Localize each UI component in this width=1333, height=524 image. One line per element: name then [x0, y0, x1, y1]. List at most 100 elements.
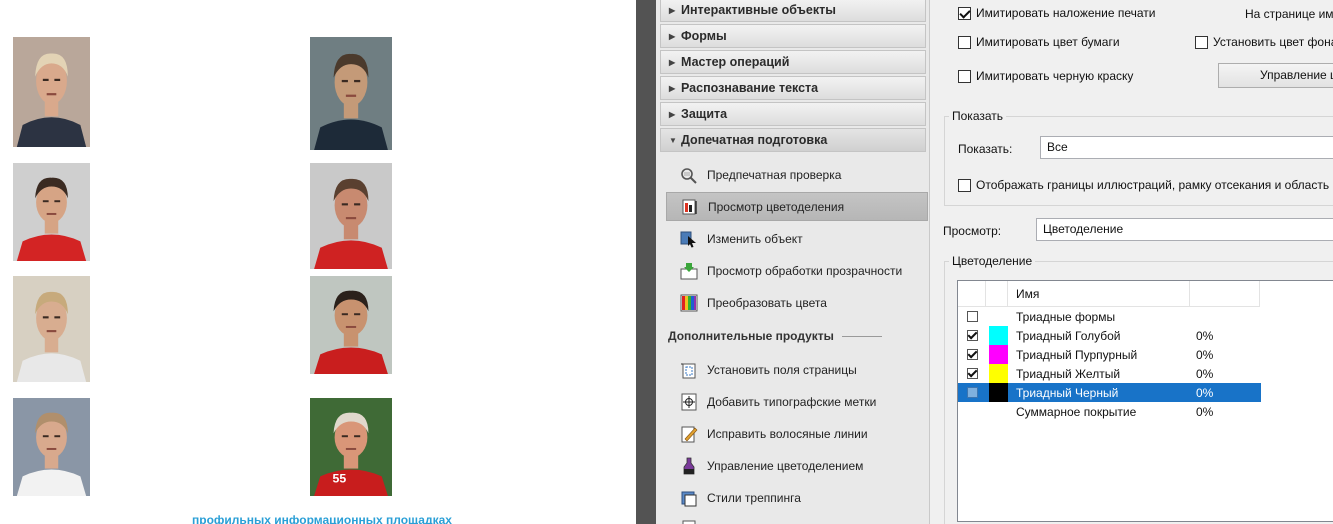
column-header-percent[interactable] [1190, 281, 1260, 307]
tool-output-preview[interactable]: Просмотр цветоделения [666, 192, 928, 221]
checkbox-box[interactable] [1195, 35, 1208, 49]
separation-percent: 0% [1196, 404, 1214, 419]
fix-hairlines-icon [680, 425, 698, 443]
show-dropdown[interactable]: Все [1040, 136, 1333, 159]
checkbox-box[interactable] [958, 178, 971, 192]
checkbox-label: Отображать границы иллюстраций, рамку от… [976, 178, 1333, 192]
tool-preflight[interactable]: Предпечатная проверка [666, 160, 928, 189]
photo-5 [13, 276, 90, 382]
ink-swatch [989, 326, 1008, 345]
tool-page-boxes[interactable]: Установить поля страницы [666, 355, 928, 384]
tool-fix-hairlines[interactable]: Исправить волосяные линии [666, 419, 928, 448]
set-page-background-checkbox[interactable]: Установить цвет фона [1195, 35, 1333, 49]
separation-checkbox[interactable] [967, 349, 978, 360]
photo-4 [310, 163, 392, 269]
section-label: Распознавание текста [681, 81, 819, 95]
tool-convert-colors[interactable]: Преобразовать цвета [666, 288, 928, 317]
photo-6 [310, 276, 392, 374]
ink-swatch [989, 364, 1008, 383]
ink-manager-icon [680, 457, 698, 475]
section-action-wizard[interactable]: ▶ Мастер операций [660, 50, 926, 74]
ink-manager-button[interactable]: Управление ц [1218, 63, 1333, 88]
separation-name: Триадный Желтый [1016, 366, 1121, 381]
section-protection[interactable]: ▶ Защита [660, 102, 926, 126]
photo-3 [13, 163, 90, 261]
chevron-right-icon: ▶ [669, 5, 676, 15]
flattener-preview-icon [680, 262, 698, 280]
separation-percent: 0% [1196, 366, 1214, 381]
separation-percent: 0% [1196, 328, 1214, 343]
tool-edit-object[interactable]: Изменить объект [666, 224, 928, 253]
checkbox-box[interactable] [958, 6, 971, 20]
separation-row[interactable]: Триадный Пурпурный 0% [958, 345, 1261, 364]
chevron-down-icon: ▼ [669, 135, 677, 145]
separation-percent: 0% [1196, 385, 1214, 400]
section-forms[interactable]: ▶ Формы [660, 24, 926, 48]
tool-next[interactable] [666, 512, 928, 524]
section-label: Допечатная подготовка [681, 133, 828, 147]
checkbox-label: Имитировать цвет бумаги [976, 35, 1120, 49]
separation-checkbox[interactable] [967, 311, 978, 322]
preview-dropdown[interactable]: Цветоделение [1036, 218, 1333, 241]
tool-label: Стили треппинга [707, 490, 801, 505]
section-label: Защита [681, 107, 728, 121]
simulate-overprint-checkbox[interactable]: Имитировать наложение печати [958, 6, 1156, 20]
show-art-trim-checkbox[interactable]: Отображать границы иллюстраций, рамку от… [958, 178, 1333, 192]
separation-percent: 0% [1196, 347, 1214, 362]
separation-row[interactable]: Триадные формы [958, 307, 1261, 326]
section-label: Формы [681, 29, 727, 43]
tool-label: Управление цветоделением [707, 458, 864, 473]
tool-label: Установить поля страницы [707, 362, 857, 377]
separations-group-title: Цветоделение [949, 254, 1036, 268]
tool-label: Преобразовать цвета [707, 295, 827, 310]
tool-trap-presets[interactable]: Стили треппинга [666, 483, 928, 512]
separations-table: Имя Триадные формы Триадный Голубой 0% Триа… [957, 280, 1333, 522]
jersey-number: 55 [333, 472, 347, 486]
separation-name: Суммарное покрытие [1016, 404, 1137, 419]
document-link[interactable]: профильных информационных площадках [192, 513, 452, 524]
separation-row[interactable]: Суммарное покрытие 0% [958, 402, 1261, 421]
separation-row[interactable]: Триадный Желтый 0% [958, 364, 1261, 383]
chevron-right-icon: ▶ [669, 31, 676, 41]
trap-presets-icon [680, 489, 698, 507]
tool-label: Просмотр обработки прозрачности [707, 263, 903, 278]
separation-name: Триадный Голубой [1016, 328, 1121, 343]
checkbox-label: Имитировать черную краску [976, 69, 1134, 83]
column-header-name[interactable]: Имя [1008, 281, 1190, 307]
simulate-paper-checkbox[interactable]: Имитировать цвет бумаги [958, 35, 1120, 49]
separation-checkbox[interactable] [967, 368, 978, 379]
chevron-right-icon: ▶ [669, 109, 676, 119]
preflight-icon [680, 166, 698, 184]
tool-flattener-preview[interactable]: Просмотр обработки прозрачности [666, 256, 928, 285]
section-text-recognition[interactable]: ▶ Распознавание текста [660, 76, 926, 100]
tool-label: Исправить волосяные линии [707, 426, 868, 441]
checkbox-label: Имитировать наложение печати [976, 6, 1156, 20]
preview-label: Просмотр: [943, 224, 1002, 238]
separation-row[interactable]: Триадный Голубой 0% [958, 326, 1261, 345]
extra-products-label: Дополнительные продукты [668, 329, 834, 343]
show-group [944, 116, 1333, 206]
section-print-production[interactable]: ▼ Допечатная подготовка [660, 128, 926, 152]
section-label: Мастер операций [681, 55, 790, 69]
panel-divider [636, 0, 656, 524]
simulate-black-ink-checkbox[interactable]: Имитировать черную краску [958, 69, 1133, 83]
on-page-label: На странице им [1245, 7, 1333, 21]
checkbox-box[interactable] [958, 69, 971, 83]
checkbox-label: Установить цвет фона [1213, 35, 1333, 49]
show-group-title: Показать [949, 109, 1007, 123]
section-interactive-objects[interactable]: ▶ Интерактивные объекты [660, 0, 926, 22]
separation-checkbox[interactable] [967, 387, 978, 398]
ink-swatch [989, 383, 1008, 402]
section-label: Интерактивные объекты [681, 3, 836, 17]
show-label: Показать: [958, 142, 1013, 156]
chevron-right-icon: ▶ [669, 57, 676, 67]
output-preview-icon [681, 198, 699, 216]
separation-row[interactable]: Триадный Черный 0% [958, 383, 1261, 402]
tool-printer-marks[interactable]: Добавить типографские метки [666, 387, 928, 416]
photo-7 [13, 398, 90, 496]
separation-name: Триадные формы [1016, 309, 1116, 324]
photo-8: 55 [310, 398, 392, 496]
separation-checkbox[interactable] [967, 330, 978, 341]
tool-ink-manager[interactable]: Управление цветоделением [666, 451, 928, 480]
checkbox-box[interactable] [958, 35, 971, 49]
